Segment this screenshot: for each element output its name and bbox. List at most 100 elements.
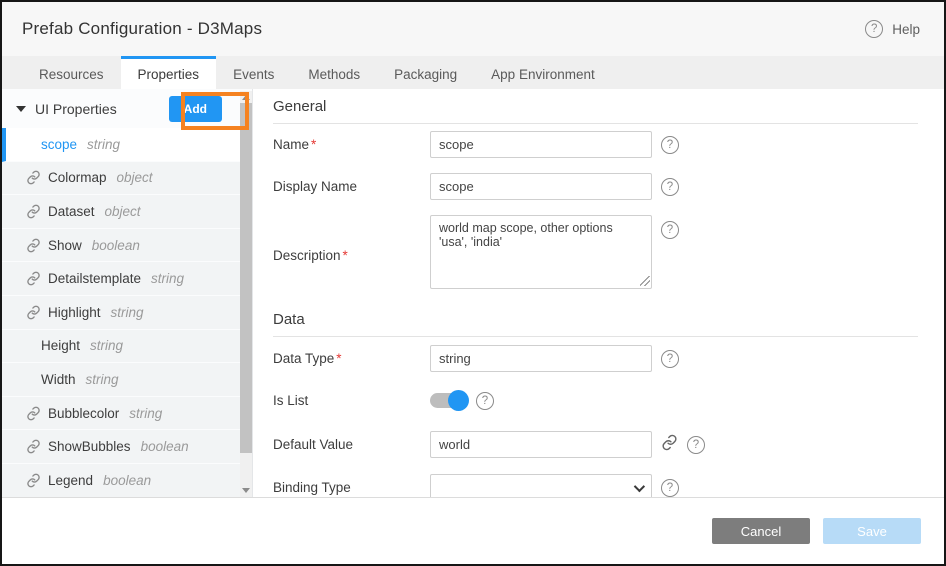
help-label: Help	[892, 22, 920, 37]
property-type: string	[111, 305, 144, 320]
add-property-button[interactable]: Add	[169, 96, 222, 122]
description-textarea[interactable]: world map scope, other options 'usa', 'i…	[430, 215, 652, 289]
tab-resources[interactable]: Resources	[22, 56, 121, 89]
name-help-icon[interactable]: ?	[661, 136, 679, 154]
data-type-help-icon[interactable]: ?	[661, 350, 679, 368]
page-title: Prefab Configuration - D3Maps	[22, 19, 262, 39]
default-value-field-row: Default Value ?	[273, 431, 944, 458]
property-type: boolean	[141, 439, 189, 454]
tab-properties[interactable]: Properties	[121, 56, 217, 89]
is-list-help-icon[interactable]: ?	[476, 392, 494, 410]
property-name: ShowBubbles	[48, 439, 131, 454]
name-label: Name*	[273, 137, 430, 152]
sidebar-item-highlight[interactable]: Highlight string	[2, 296, 240, 330]
chevron-down-icon	[634, 480, 645, 491]
property-name: Height	[41, 338, 80, 353]
data-type-field-row: Data Type* ?	[273, 345, 944, 372]
ui-properties-toggle[interactable]: UI Properties	[16, 101, 117, 117]
link-icon	[26, 473, 41, 488]
property-name: Colormap	[48, 170, 107, 185]
sidebar-scrollbar-thumb[interactable]	[240, 103, 252, 453]
property-type: string	[86, 372, 119, 387]
binding-type-select[interactable]	[430, 474, 652, 497]
required-asterisk: *	[311, 137, 316, 152]
tab-bar: ResourcesPropertiesEventsMethodsPackagin…	[2, 56, 944, 89]
sidebar-item-colormap[interactable]: Colormapobject	[2, 162, 240, 196]
sidebar-item-scope[interactable]: scope string	[2, 128, 240, 162]
is-list-toggle[interactable]	[430, 393, 467, 408]
property-name: Legend	[48, 473, 93, 488]
name-field-row: Name* ?	[273, 131, 944, 158]
property-type: boolean	[92, 238, 140, 253]
sidebar-item-width[interactable]: Width string	[2, 363, 240, 397]
footer-bar: Cancel Save	[2, 498, 944, 564]
property-form: General Name* ? Display Name ? Descripti…	[253, 89, 944, 497]
sidebar-item-legend[interactable]: Legend boolean	[2, 464, 240, 497]
chevron-down-icon	[16, 106, 26, 112]
property-type: string	[129, 406, 162, 421]
description-field-row: Description* world map scope, other opti…	[273, 215, 944, 289]
tab-events[interactable]: Events	[216, 56, 291, 89]
sidebar-header-label: UI Properties	[35, 101, 117, 117]
scroll-down-icon[interactable]	[242, 488, 250, 493]
sidebar-scrollbar[interactable]	[240, 91, 252, 497]
link-icon	[26, 204, 41, 219]
sidebar-item-show[interactable]: Show boolean	[2, 229, 240, 263]
help-icon: ?	[865, 20, 883, 38]
link-icon	[26, 439, 41, 454]
is-list-field-row: Is List ?	[273, 389, 944, 412]
data-type-label: Data Type*	[273, 351, 430, 366]
binding-type-field-row: Binding Type ?	[273, 474, 944, 497]
link-icon	[26, 305, 41, 320]
link-icon	[26, 271, 41, 286]
default-value-input[interactable]	[430, 431, 652, 458]
required-asterisk: *	[336, 351, 341, 366]
tab-app-environment[interactable]: App Environment	[474, 56, 612, 89]
display-name-input[interactable]	[430, 173, 652, 200]
display-name-label: Display Name	[273, 179, 430, 194]
property-type: string	[90, 338, 123, 353]
sidebar-item-showbubbles[interactable]: ShowBubbles boolean	[2, 430, 240, 464]
tab-methods[interactable]: Methods	[291, 56, 377, 89]
property-name: Show	[48, 238, 82, 253]
prefab-configuration-dialog: Prefab Configuration - D3Maps ? Help Res…	[0, 0, 946, 566]
link-icon	[26, 170, 41, 185]
required-asterisk: *	[343, 248, 348, 263]
data-type-input[interactable]	[430, 345, 652, 372]
sidebar-item-height[interactable]: Height string	[2, 330, 240, 364]
default-value-help-icon[interactable]: ?	[687, 436, 705, 454]
display-name-field-row: Display Name ?	[273, 173, 944, 200]
content-area: UI Properties Add scopestringColormapobj…	[2, 89, 944, 497]
binding-type-help-icon[interactable]: ?	[661, 479, 679, 497]
link-icon	[26, 238, 41, 253]
link-icon	[26, 406, 41, 421]
property-type: string	[87, 137, 120, 152]
scroll-up-icon[interactable]	[242, 95, 250, 100]
sidebar-header: UI Properties Add	[2, 89, 252, 128]
property-type: object	[105, 204, 141, 219]
cancel-button[interactable]: Cancel	[712, 518, 810, 544]
is-list-label: Is List	[273, 393, 430, 408]
sidebar-item-dataset[interactable]: Dataset object	[2, 195, 240, 229]
default-value-label: Default Value	[273, 437, 430, 452]
property-name: Dataset	[48, 204, 95, 219]
property-name: Highlight	[48, 305, 101, 320]
description-label: Description*	[273, 242, 430, 263]
description-help-icon[interactable]: ?	[661, 221, 679, 239]
property-name: scope	[41, 137, 77, 152]
property-type: boolean	[103, 473, 151, 488]
binding-type-label: Binding Type	[273, 480, 430, 495]
sidebar-item-bubblecolor[interactable]: Bubblecolorstring	[2, 397, 240, 431]
help-button[interactable]: ? Help	[865, 20, 920, 38]
resize-handle-icon[interactable]	[640, 276, 650, 286]
property-type: string	[151, 271, 184, 286]
title-bar: Prefab Configuration - D3Maps ? Help	[2, 2, 944, 56]
ui-properties-sidebar: UI Properties Add scopestringColormapobj…	[2, 89, 253, 497]
save-button[interactable]: Save	[823, 518, 921, 544]
display-name-help-icon[interactable]: ?	[661, 178, 679, 196]
bind-link-icon[interactable]	[661, 434, 678, 456]
name-input[interactable]	[430, 131, 652, 158]
property-name: Width	[41, 372, 76, 387]
tab-packaging[interactable]: Packaging	[377, 56, 474, 89]
sidebar-item-detailstemplate[interactable]: Detailstemplatestring	[2, 262, 240, 296]
